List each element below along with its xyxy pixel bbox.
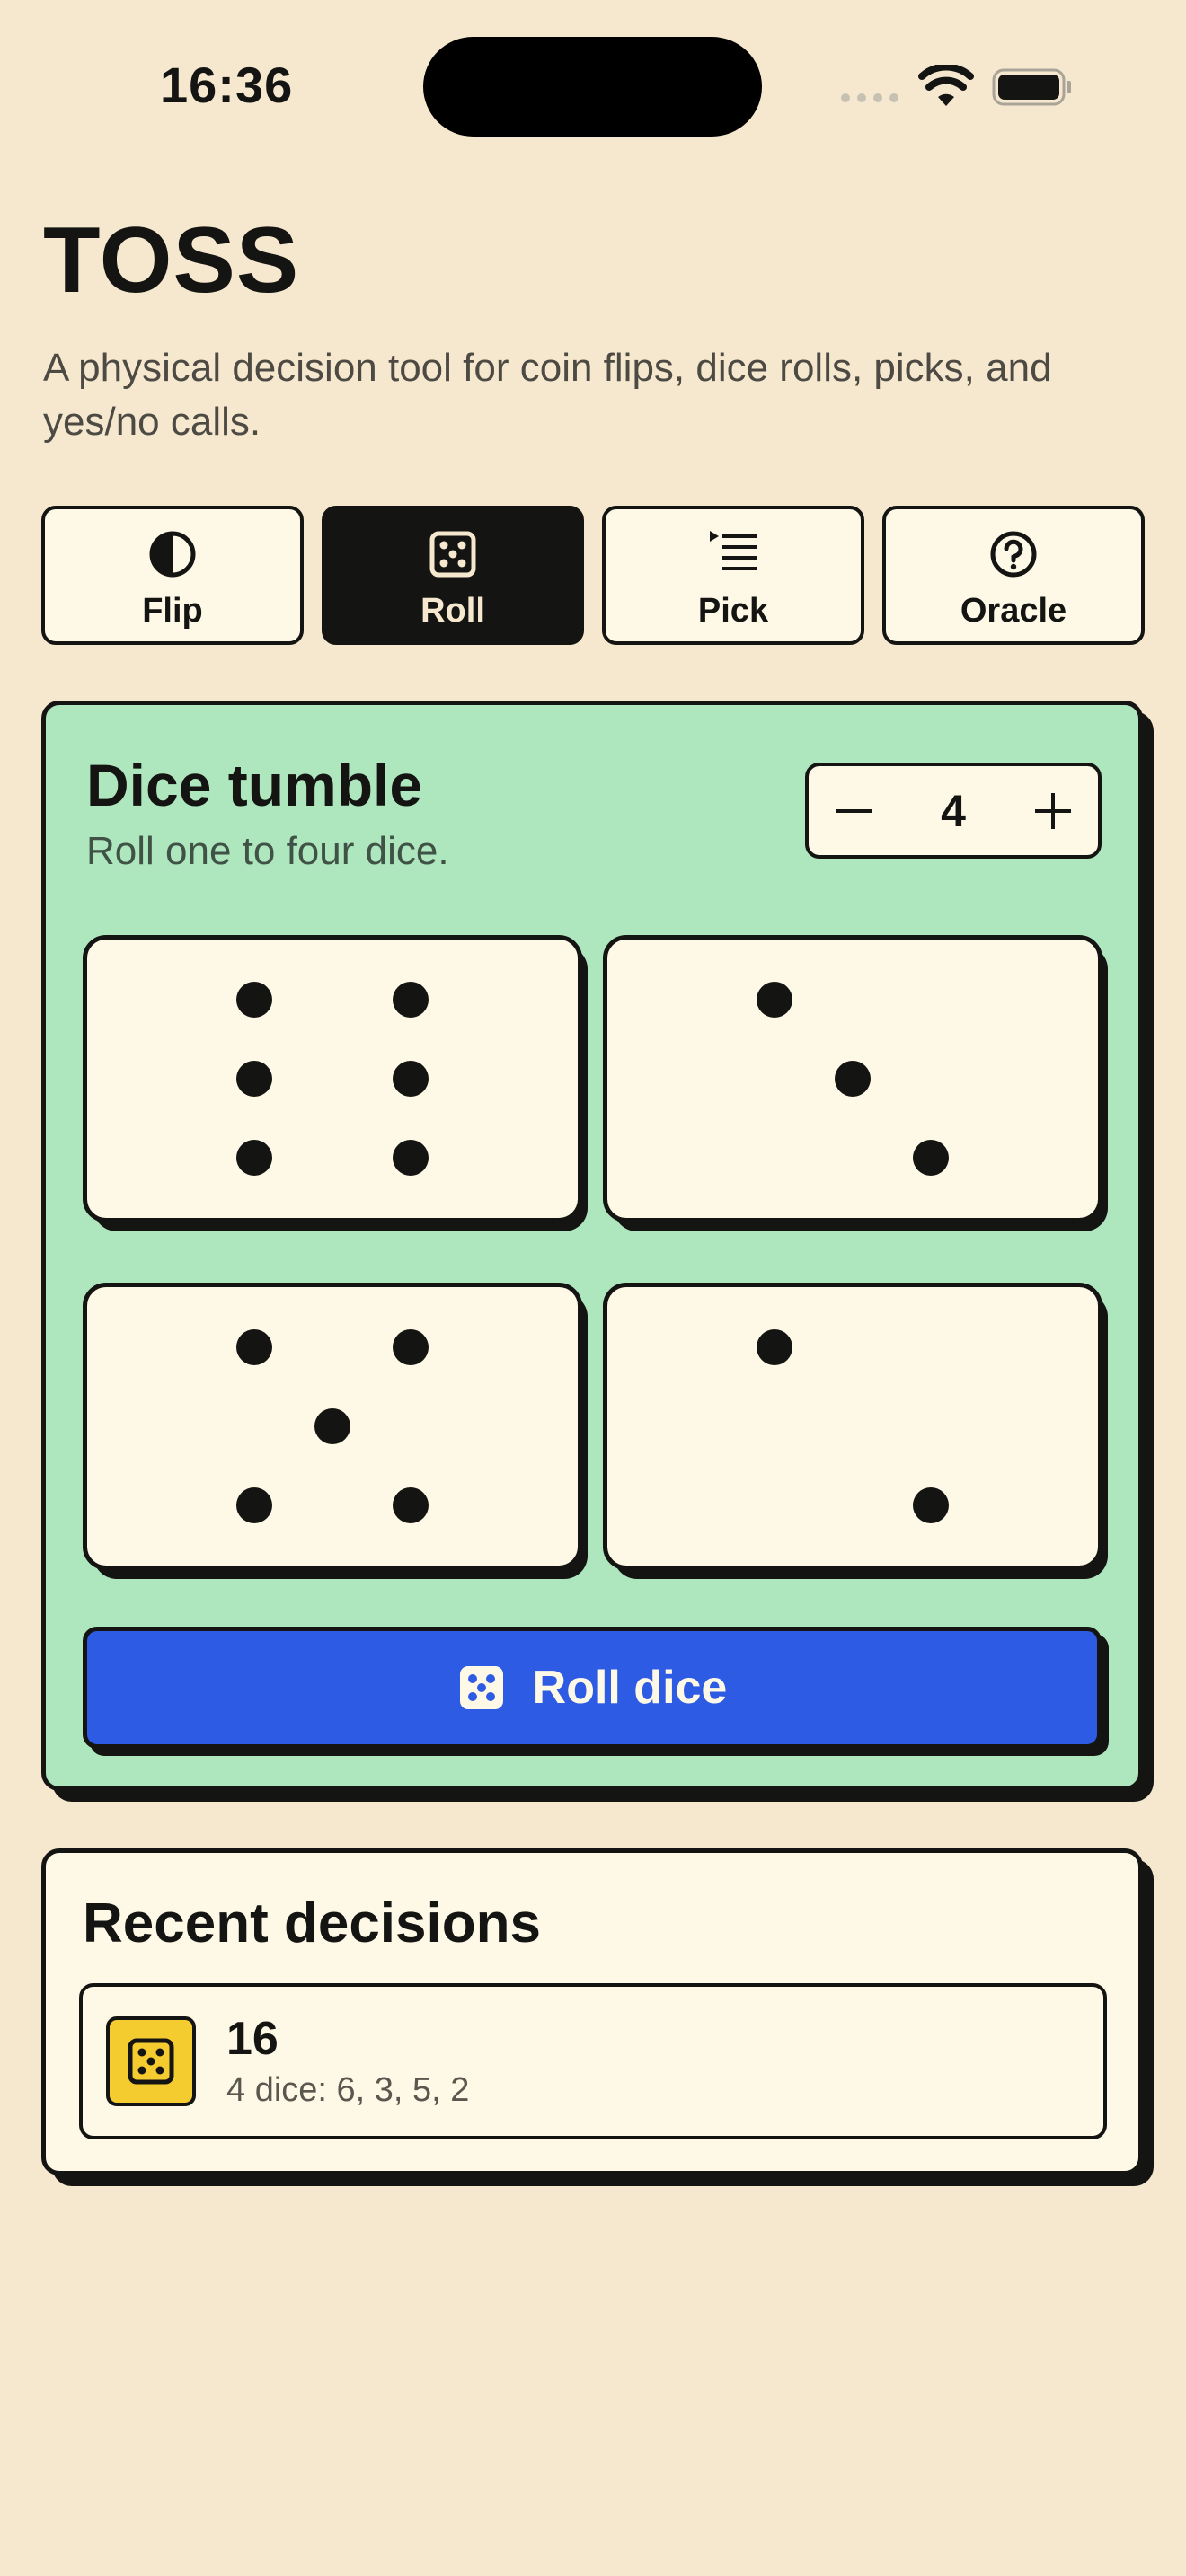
half-circle-icon <box>149 531 196 578</box>
dice-card-title: Dice tumble <box>86 752 423 818</box>
die-face <box>603 1283 1102 1570</box>
roll-dice-label: Roll dice <box>532 1662 728 1714</box>
roll-dice-button[interactable]: Roll dice <box>83 1627 1102 1749</box>
tab-pick[interactable]: Pick <box>602 506 864 645</box>
recent-decisions-title: Recent decisions <box>83 1892 541 1954</box>
dice-icon <box>106 2016 196 2106</box>
die-face <box>83 935 582 1222</box>
die-pip <box>393 982 429 1018</box>
list-icon <box>710 531 757 570</box>
die-pip <box>236 1329 272 1365</box>
tab-label: Oracle <box>960 592 1067 630</box>
die-pip <box>393 1487 429 1523</box>
dice-icon <box>429 531 476 578</box>
minus-icon <box>836 809 872 813</box>
die-pip <box>757 982 792 1018</box>
die-pip <box>393 1329 429 1365</box>
die-pip <box>913 1140 949 1176</box>
decision-detail: 4 dice: 6, 3, 5, 2 <box>226 2071 470 2109</box>
tab-flip[interactable]: Flip <box>41 506 304 645</box>
question-circle-icon <box>990 531 1037 578</box>
decision-result: 16 <box>226 2013 279 2065</box>
cellular-signal-icon <box>841 93 898 102</box>
tab-label: Flip <box>142 592 203 630</box>
dice-count-value: 4 <box>941 786 966 836</box>
die-pip <box>236 1061 272 1097</box>
die-pip <box>757 1329 792 1365</box>
increment-button[interactable] <box>1008 766 1098 856</box>
die-pip <box>393 1061 429 1097</box>
tab-label: Pick <box>697 592 769 630</box>
mode-tabs: Flip Roll Pick Oracle <box>41 506 1145 645</box>
tab-label: Roll <box>420 592 485 630</box>
die-pip <box>913 1487 949 1523</box>
tab-roll[interactable]: Roll <box>322 506 584 645</box>
die-pip <box>393 1140 429 1176</box>
die-pip <box>236 1140 272 1176</box>
die-pip <box>236 1487 272 1523</box>
tab-oracle[interactable]: Oracle <box>882 506 1145 645</box>
die-face <box>603 935 1102 1222</box>
die-face <box>83 1283 582 1570</box>
dynamic-island <box>423 37 762 137</box>
die-pip <box>314 1408 350 1444</box>
decrement-button[interactable] <box>809 766 898 856</box>
dice-count-stepper: 4 <box>805 763 1102 859</box>
plus-icon <box>1035 793 1071 829</box>
dice-card-subtitle: Roll one to four dice. <box>86 829 449 873</box>
status-time: 16:36 <box>160 57 294 113</box>
app-subtitle: A physical decision tool for coin flips,… <box>43 346 1052 444</box>
battery-icon <box>992 68 1071 106</box>
app-title: TOSS <box>43 208 300 313</box>
dice-icon <box>459 1666 503 1709</box>
die-pip <box>835 1061 871 1097</box>
wifi-icon <box>918 65 974 106</box>
die-pip <box>236 982 272 1018</box>
